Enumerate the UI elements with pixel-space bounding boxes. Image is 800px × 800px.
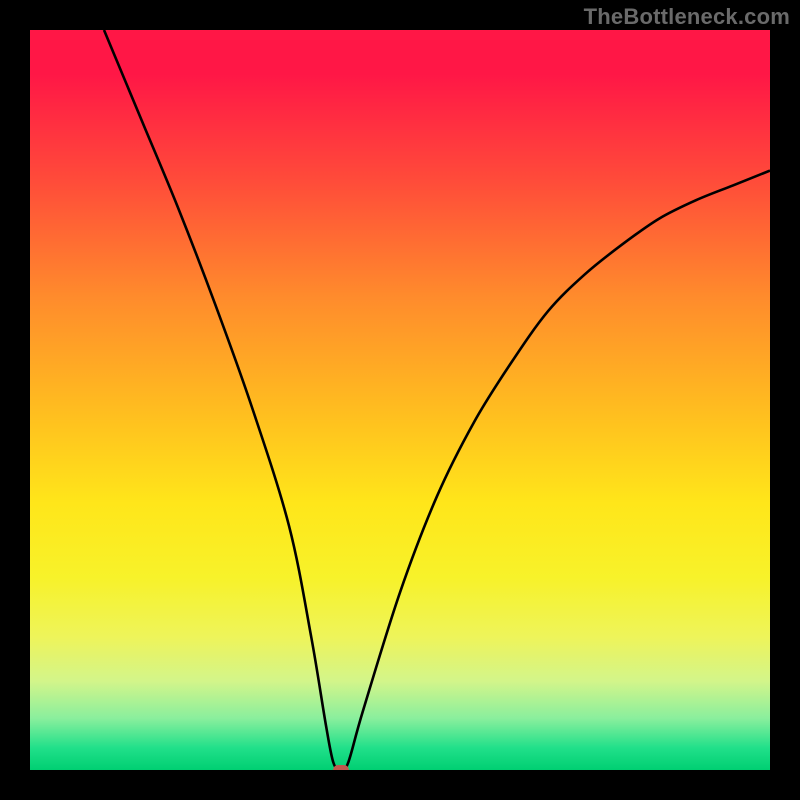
plot-area (30, 30, 770, 770)
bottleneck-curve (30, 30, 770, 770)
watermark-text: TheBottleneck.com (584, 4, 790, 30)
curve-path (104, 30, 770, 770)
minimum-marker (333, 765, 349, 770)
frame: TheBottleneck.com (0, 0, 800, 800)
